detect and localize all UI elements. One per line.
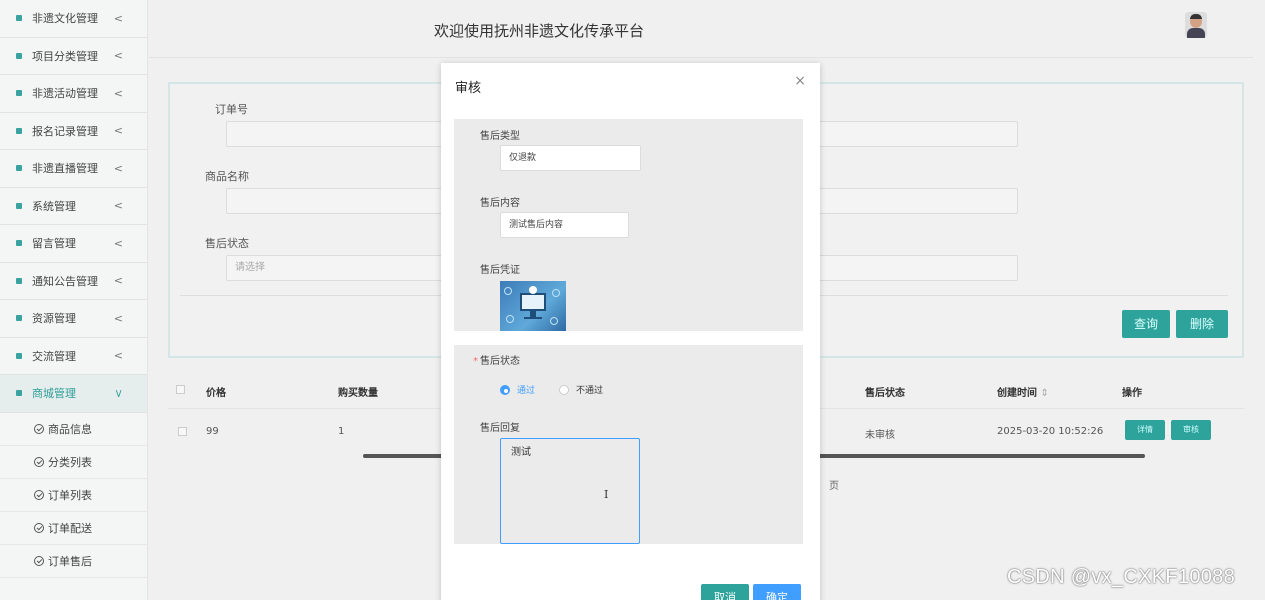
close-icon[interactable]: × bbox=[794, 73, 806, 89]
status-field-label: * 售后状态 bbox=[473, 352, 520, 367]
radio-reject[interactable]: 不通过 bbox=[559, 383, 603, 396]
reply-label: 售后回复 bbox=[480, 423, 520, 434]
monitor-shape bbox=[520, 293, 546, 311]
radio-checked-icon bbox=[500, 384, 510, 395]
after-sale-content-value: 测试售后内容 bbox=[500, 212, 629, 238]
after-sale-content-label: 售后内容 bbox=[480, 198, 520, 209]
decor-circle bbox=[504, 287, 512, 295]
confirm-button[interactable]: 确定 bbox=[753, 584, 801, 600]
dialog-title: 审核 bbox=[455, 81, 482, 96]
radio-approve[interactable]: 通过 bbox=[500, 383, 535, 396]
proof-image[interactable] bbox=[500, 281, 566, 331]
proof-label: 售后凭证 bbox=[480, 265, 520, 276]
status-radio-group: 通过 不通过 bbox=[500, 383, 627, 396]
after-sale-type-value: 仅退款 bbox=[500, 145, 641, 171]
reply-textarea[interactable]: 测试 bbox=[500, 438, 640, 544]
watermark: CSDN @vx_CXKF10088 bbox=[1007, 566, 1236, 588]
radio-label: 不通过 bbox=[576, 386, 604, 396]
after-sale-info: 售后类型 仅退款 售后内容 测试售后内容 售后凭证 bbox=[454, 119, 803, 331]
cancel-button[interactable]: 取消 bbox=[701, 584, 749, 600]
after-sale-type-label: 售后类型 bbox=[480, 131, 520, 142]
person-shape bbox=[529, 286, 537, 294]
monitor-base bbox=[524, 317, 542, 319]
decor-circle bbox=[550, 317, 558, 325]
radio-unchecked-icon bbox=[559, 384, 570, 395]
decor-circle bbox=[506, 315, 514, 323]
status-label-text: 售后状态 bbox=[480, 356, 520, 367]
radio-label: 通过 bbox=[517, 386, 536, 396]
decor-circle bbox=[552, 289, 560, 297]
text-cursor-icon: I bbox=[604, 488, 609, 501]
review-dialog: 审核 × 售后类型 仅退款 售后内容 测试售后内容 售后凭证 * 售后状态 通过 … bbox=[441, 63, 820, 600]
required-mark: * bbox=[473, 356, 478, 367]
review-form: * 售后状态 通过 不通过 售后回复 测试 bbox=[454, 345, 803, 544]
